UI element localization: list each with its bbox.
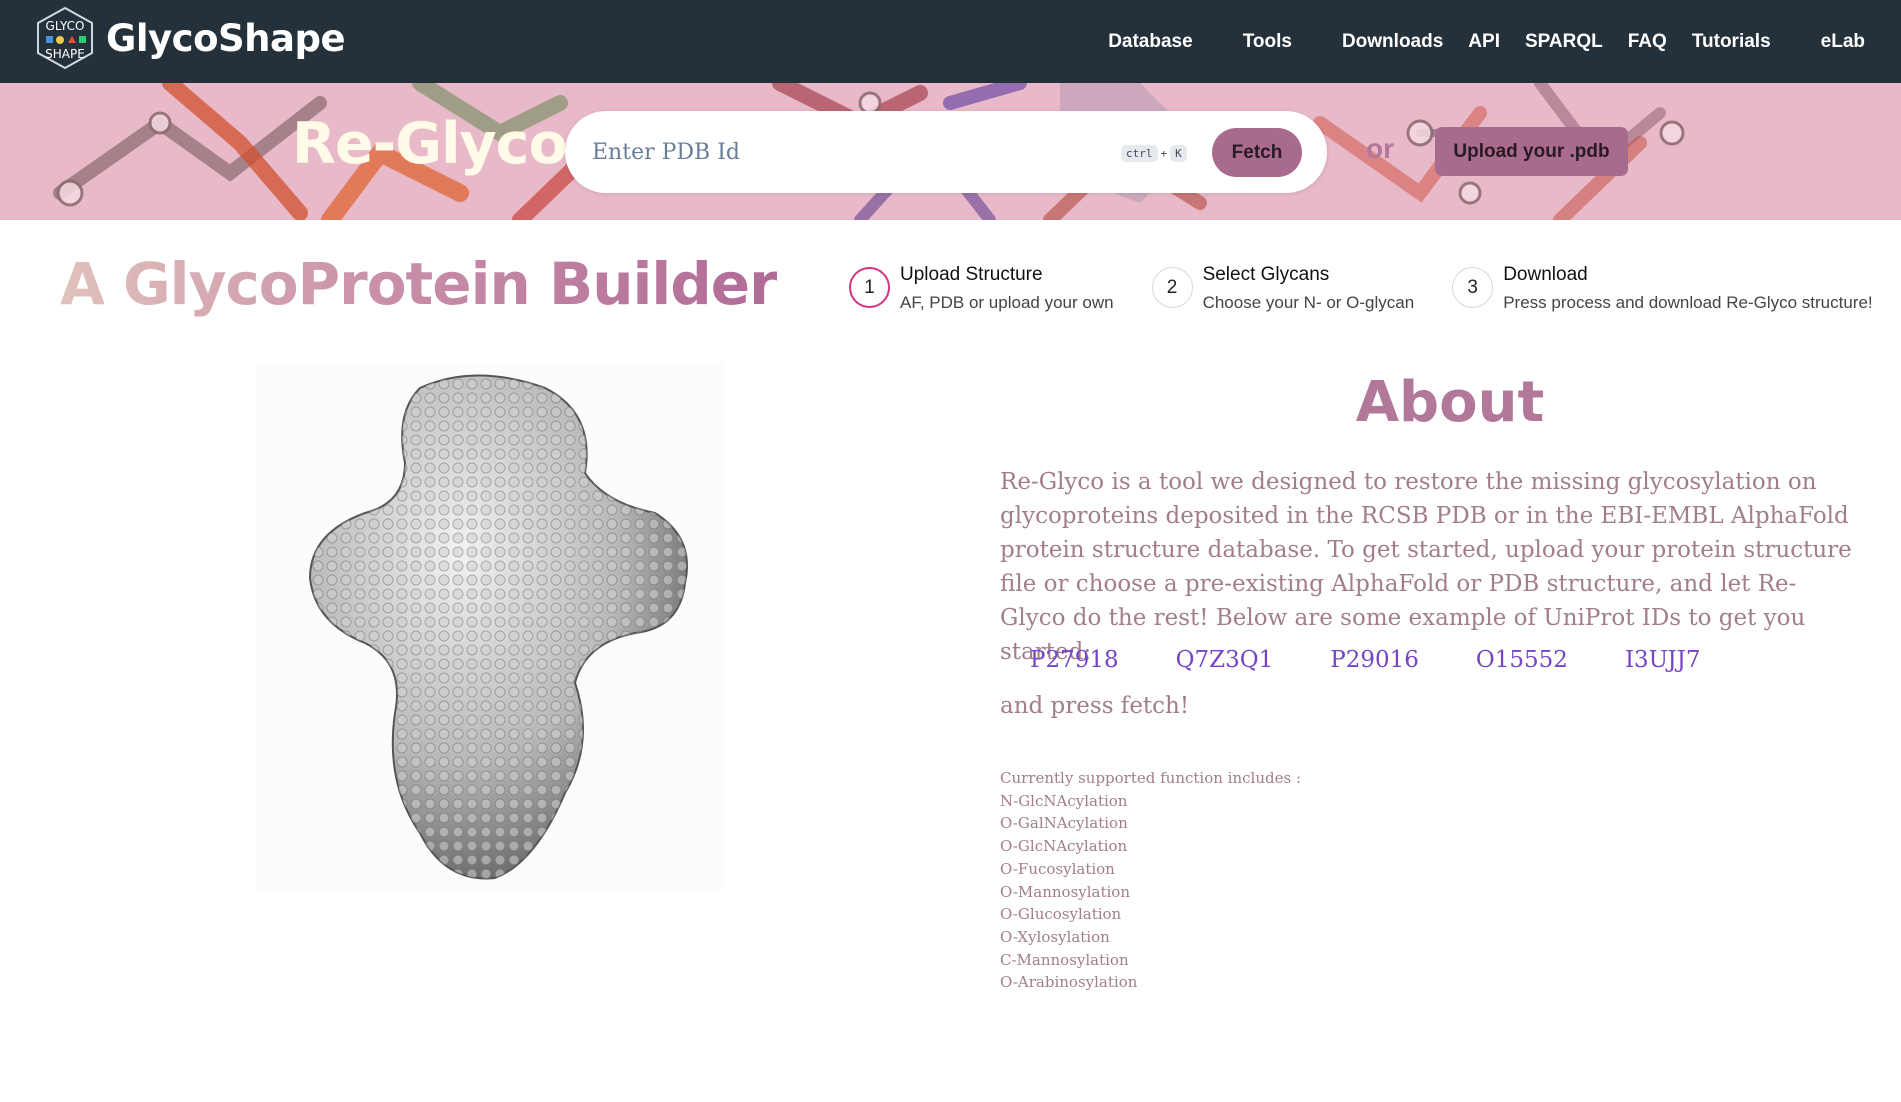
step-upload: 1 Upload Structure AF, PDB or upload you… (849, 262, 1114, 316)
nav-database[interactable]: Database (1108, 31, 1193, 53)
example-id-link[interactable]: O15552 (1476, 647, 1568, 673)
step-title: Select Glycans (1202, 264, 1330, 285)
supported-item: O-GlcNAcylation (1000, 837, 1128, 856)
pdb-id-input[interactable] (592, 129, 1112, 175)
workflow-steps: 1 Upload Structure AF, PDB or upload you… (849, 262, 1873, 316)
nav-faq[interactable]: FAQ (1628, 31, 1667, 53)
page-title: A GlycoProtein Builder (60, 250, 778, 318)
step-description: Press process and download Re-Glyco stru… (1503, 293, 1873, 312)
example-id-link[interactable]: I3UJJ7 (1625, 647, 1701, 673)
brand[interactable]: GLYCO SHAPE GlycoShape (34, 6, 346, 70)
upload-pdb-button[interactable]: Upload your .pdb (1435, 127, 1628, 176)
step-number: 3 (1452, 267, 1494, 308)
nav-elab[interactable]: eLab (1821, 31, 1865, 53)
fetch-button[interactable]: Fetch (1212, 128, 1302, 177)
step-title: Upload Structure (900, 264, 1043, 285)
keyboard-shortcut-hint: ctrl + K (1121, 145, 1187, 162)
protein-structure-image (255, 363, 725, 890)
main-menu: Database Tools Downloads API SPARQL FAQ … (1058, 0, 1865, 83)
example-id-link[interactable]: P29016 (1330, 647, 1419, 673)
step-title: Download (1503, 264, 1588, 285)
step-select-glycans: 2 Select Glycans Choose your N- or O-gly… (1151, 262, 1415, 316)
supported-functions: Currently supported function includes : … (1000, 767, 1301, 994)
example-id-link[interactable]: P27918 (1030, 647, 1119, 673)
example-uniprot-ids: P27918 Q7Z3Q1 P29016 O15552 I3UJJ7 (1030, 647, 1758, 673)
supported-heading: Currently supported function includes : (1000, 769, 1301, 787)
example-id-link[interactable]: Q7Z3Q1 (1176, 647, 1274, 673)
press-fetch-text: and press fetch! (1000, 693, 1190, 719)
step-number: 2 (1151, 267, 1193, 308)
supported-item: O-Mannosylation (1000, 882, 1130, 901)
about-text: Re-Glyco is a tool we designed to restor… (1000, 469, 1852, 665)
nav-api[interactable]: API (1468, 31, 1500, 53)
supported-item: O-Arabinosylation (1000, 973, 1138, 992)
svg-text:GLYCO: GLYCO (46, 19, 85, 33)
top-navbar: GLYCO SHAPE GlycoShape Database Tools Do… (0, 0, 1901, 83)
ctrl-key: ctrl (1121, 145, 1158, 162)
brand-name: GlycoShape (106, 16, 346, 60)
pdb-search-bar: ctrl + K Fetch (565, 111, 1327, 193)
nav-tools[interactable]: Tools (1243, 31, 1292, 53)
hero-banner: Re-Glyco ctrl + K Fetch or Upload your .… (0, 83, 1901, 220)
supported-item: O-GalNAcylation (1000, 814, 1128, 833)
nav-sparql[interactable]: SPARQL (1525, 31, 1603, 53)
nav-tutorials[interactable]: Tutorials (1692, 31, 1771, 53)
supported-item: O-Xylosylation (1000, 927, 1110, 946)
supported-item: O-Fucosylation (1000, 859, 1115, 878)
plus-sign: + (1160, 147, 1168, 160)
step-download: 3 Download Press process and download Re… (1452, 262, 1873, 316)
nav-downloads[interactable]: Downloads (1342, 31, 1443, 53)
k-key: K (1170, 145, 1187, 162)
step-description: Choose your N- or O-glycan (1202, 293, 1415, 312)
about-title: About (1355, 370, 1545, 435)
glycoshape-logo: GLYCO SHAPE (34, 6, 96, 70)
svg-text:SHAPE: SHAPE (45, 47, 85, 61)
hero-title: Re-Glyco (292, 111, 568, 177)
supported-item: O-Glucosylation (1000, 905, 1122, 924)
step-number: 1 (849, 267, 890, 308)
step-description: AF, PDB or upload your own (900, 293, 1114, 312)
supported-item: C-Mannosylation (1000, 950, 1129, 969)
supported-item: N-GlcNAcylation (1000, 791, 1128, 810)
or-label: or (1366, 133, 1394, 164)
